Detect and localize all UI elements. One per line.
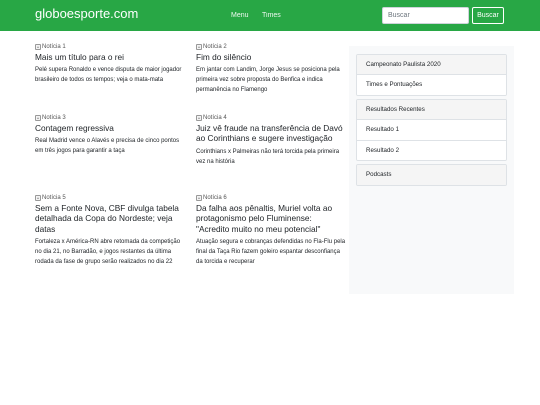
news-summary: Em jantar com Landim, Jorge Jesus se pos…	[196, 67, 340, 94]
news-image-alt: Notícia 6	[203, 195, 227, 201]
news-title[interactable]: Juiz vê fraude na transferência de Davó …	[196, 123, 346, 144]
news-title[interactable]: Sem a Fonte Nova, CBF divulga tabela det…	[35, 203, 185, 234]
sidebar-card-resultados: Resultados Recentes Resultado 1 Resultad…	[356, 99, 507, 161]
sidebar-card-podcasts: Podcasts	[356, 164, 507, 186]
card-header[interactable]: Podcasts	[357, 165, 506, 185]
list-item-resultado-2[interactable]: Resultado 2	[357, 140, 506, 160]
news-card-3: Notícia 3 Contagem regressiva Real Madri…	[35, 114, 185, 156]
nav-link-times[interactable]: Times	[262, 11, 281, 20]
news-image[interactable]: Notícia 6	[196, 194, 346, 202]
news-summary: Real Madrid vence o Alavés e precisa de …	[35, 138, 180, 155]
nav-link-menu[interactable]: Menu	[231, 11, 249, 20]
news-image[interactable]: Notícia 5	[35, 194, 185, 202]
news-summary: Atuação segura e cobranças defendidas no…	[196, 238, 346, 265]
news-image[interactable]: Notícia 4	[196, 114, 346, 122]
news-image-alt: Notícia 5	[42, 195, 66, 201]
news-title[interactable]: Da falha aos pênaltis, Muriel volta ao p…	[196, 203, 346, 234]
card-header: Resultados Recentes	[357, 100, 506, 120]
broken-image-icon	[35, 44, 41, 50]
news-image[interactable]: Notícia 2	[196, 43, 346, 51]
news-card-5: Notícia 5 Sem a Fonte Nova, CBF divulga …	[35, 194, 185, 267]
broken-image-icon	[196, 195, 202, 201]
news-summary: Fortaleza x América-RN abre retomada da …	[35, 238, 181, 265]
top-navbar: globoesporte.com Menu Times Buscar	[0, 0, 540, 31]
news-summary: Pelé supera Ronaldo e vence disputa de m…	[35, 67, 182, 84]
broken-image-icon	[35, 195, 41, 201]
news-card-1: Notícia 1 Mais um título para o rei Pelé…	[35, 43, 185, 85]
news-image[interactable]: Notícia 3	[35, 114, 185, 122]
card-header: Campeonato Paulista 2020	[357, 55, 506, 75]
broken-image-icon	[35, 115, 41, 121]
news-image-alt: Notícia 2	[203, 44, 227, 50]
news-image[interactable]: Notícia 1	[35, 43, 185, 51]
broken-image-icon	[196, 115, 202, 121]
search-input[interactable]	[382, 7, 469, 24]
brand-logo-link[interactable]: globoesporte.com	[35, 6, 138, 22]
sidebar: Campeonato Paulista 2020 Times e Pontuaç…	[349, 46, 514, 294]
broken-image-icon	[196, 44, 202, 50]
news-summary: Corinthians x Palmeiras não terá torcida…	[196, 148, 340, 165]
news-card-6: Notícia 6 Da falha aos pênaltis, Muriel …	[196, 194, 346, 267]
news-image-alt: Notícia 1	[42, 44, 66, 50]
search-button[interactable]: Buscar	[472, 7, 504, 24]
news-title[interactable]: Contagem regressiva	[35, 123, 185, 133]
news-card-2: Notícia 2 Fim do silêncio Em jantar com …	[196, 43, 346, 95]
news-card-4: Notícia 4 Juiz vê fraude na transferênci…	[196, 114, 346, 167]
news-title[interactable]: Mais um título para o rei	[35, 52, 185, 62]
news-image-alt: Notícia 4	[203, 115, 227, 121]
list-item-times-pontuacoes[interactable]: Times e Pontuações	[357, 75, 506, 95]
sidebar-card-campeonato: Campeonato Paulista 2020 Times e Pontuaç…	[356, 54, 507, 96]
news-title[interactable]: Fim do silêncio	[196, 52, 346, 62]
list-item-resultado-1[interactable]: Resultado 1	[357, 120, 506, 140]
news-image-alt: Notícia 3	[42, 115, 66, 121]
